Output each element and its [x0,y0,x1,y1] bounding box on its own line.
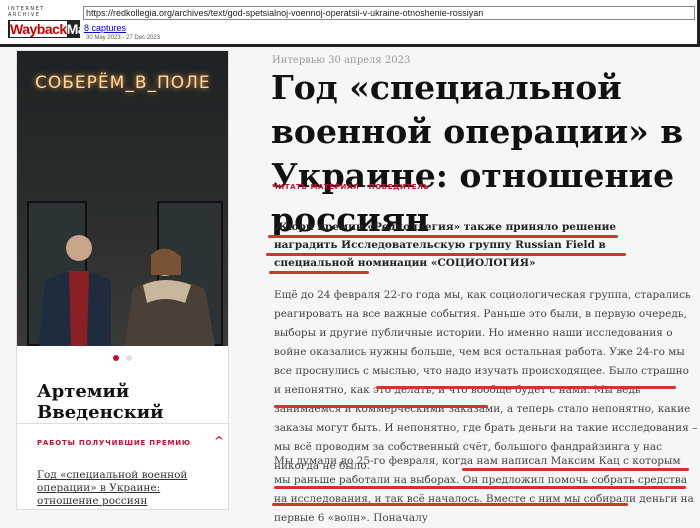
underline-mark [269,271,369,274]
person-name: Артемий Введенский [37,381,164,423]
underline-mark [274,405,488,408]
article-lead: Жюри премии «Редколлегия» также приняло … [274,221,617,269]
captures-link[interactable]: 8 captures [84,23,126,33]
underline-mark [268,235,618,238]
divider [17,423,228,424]
sidebar-card: СОБЕРЁМ_В_ПОЛЕ Артемий Введенский РАБОТЫ… [16,50,229,510]
article-paragraph: Мы думали до 25-го февраля, когда нам на… [274,455,694,524]
winner-photo: СОБЕРЁМ_В_ПОЛЕ [17,51,228,346]
wayback-toolbar: INTERNET ARCHIVE WaybackMachine https://… [0,0,700,47]
wayback-logo[interactable]: INTERNET ARCHIVE WaybackMachine [8,6,120,38]
article-paragraph: Ещё до 24 февраля 22-го года мы, как соц… [274,289,698,472]
article-title: Год «специальной военной операции» в Укр… [271,68,684,239]
article-meta: Интервью 30 апреля 2023 [272,55,411,66]
carousel-dot[interactable] [126,355,132,361]
award-work-link[interactable]: Год «специальной военной операции» в Укр… [37,469,217,508]
wayback-wordmark: WaybackMachine [8,20,120,38]
underline-mark [274,486,686,489]
underline-mark [266,253,626,256]
person-figure [39,235,111,346]
capture-date-range: 30 May 2023 - 27 Dec 2023 [86,35,161,41]
carousel-dots [113,355,132,361]
url-input[interactable]: https://redkollegia.org/archives/text/go… [83,6,695,20]
carousel-dot[interactable] [113,355,119,361]
neon-sign: СОБЕРЁМ_В_ПОЛЕ [35,73,211,93]
underline-mark [462,468,689,471]
underline-mark [376,386,676,389]
person-figure [125,248,215,346]
read-material-link[interactable]: ЧИТАТЬ МАТЕРИАЛ · ПОБЕДИТЕЛЬ [272,183,429,191]
chevron-up-icon[interactable]: ^ [214,434,224,448]
awards-heading[interactable]: РАБОТЫ ПОЛУЧИВШИЕ ПРЕМИЮ [37,439,191,447]
archive-label: INTERNET ARCHIVE [8,6,45,18]
